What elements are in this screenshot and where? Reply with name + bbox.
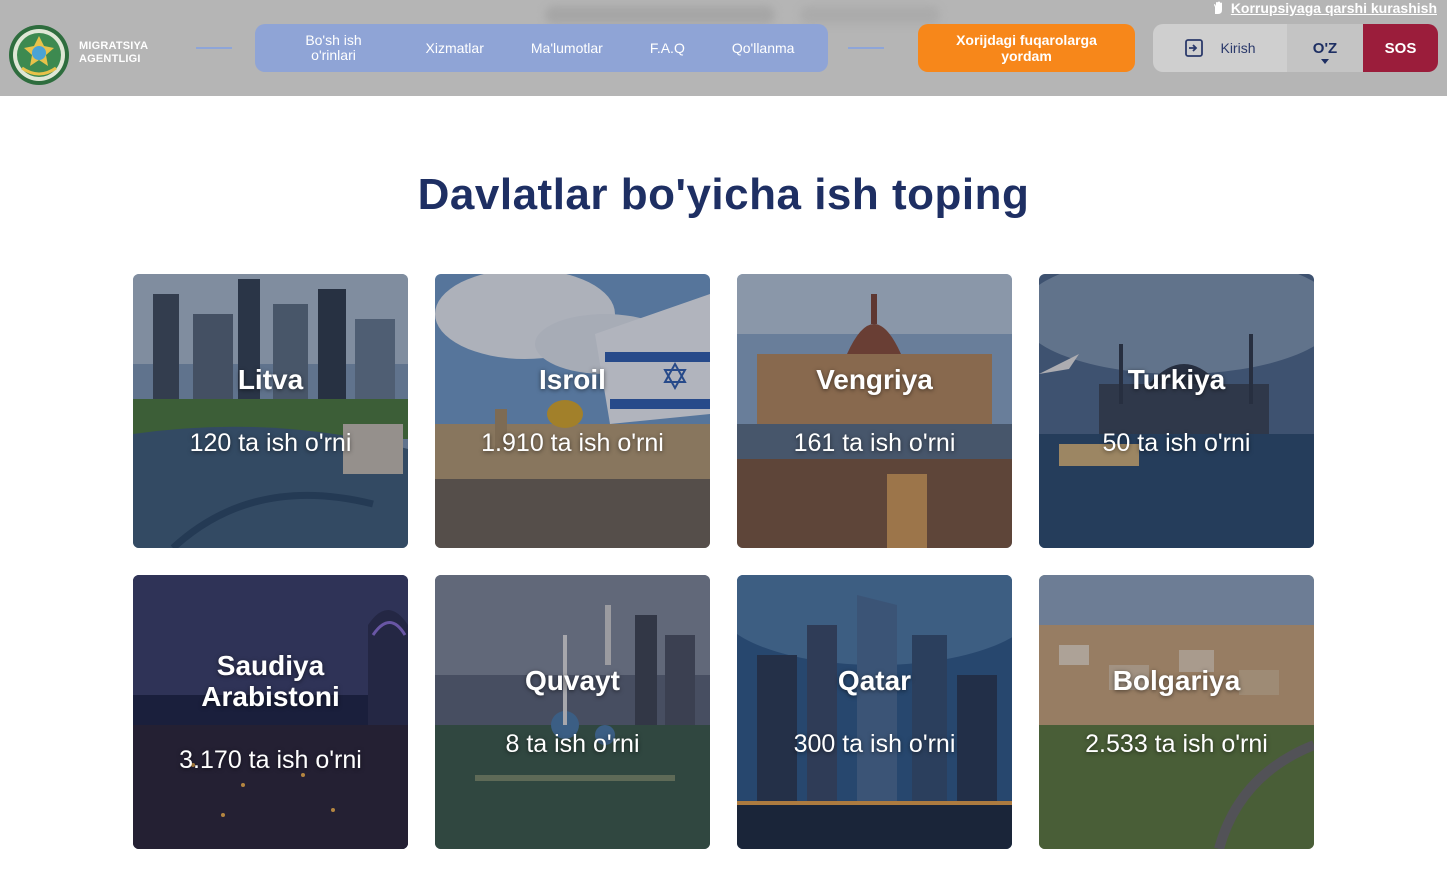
site-header: Korrupsiyaga qarshi kurashish MIGRATSIYA… — [0, 0, 1447, 96]
hand-icon — [1213, 1, 1222, 14]
country-card-turkey[interactable]: Turkiya 50 ta ish o'rni — [1039, 274, 1314, 548]
brand-line-2: AGENTLIGI — [79, 53, 141, 65]
brand-name: MIGRATSIYA AGENTLIGI — [79, 40, 148, 66]
country-name: Qatar — [837, 665, 912, 696]
country-name: Litva — [237, 364, 304, 395]
nav-item-guide[interactable]: Qo'llanma — [732, 40, 795, 56]
country-name: Quvayt — [525, 665, 620, 696]
job-count: 8 ta ish o'rni — [505, 730, 640, 758]
job-count: 300 ta ish o'rni — [793, 730, 956, 758]
help-citizens-abroad-button[interactable]: Xorijdagi fuqarolarga yordam — [918, 24, 1135, 72]
country-name: Vengriya — [816, 364, 933, 395]
state-emblem-logo[interactable] — [8, 24, 70, 86]
nav-item-faq[interactable]: F.A.Q — [650, 40, 685, 56]
country-card-hungary[interactable]: Vengriya 161 ta ish o'rni — [737, 274, 1012, 548]
country-name: Bolgariya — [1112, 665, 1241, 696]
page-title: Davlatlar bo'yicha ish toping — [417, 170, 1030, 219]
card-info: Saudiya Arabistoni 3.170 ta ish o'rni — [133, 575, 408, 849]
main-nav: Bo'sh ish o'rinlari Xizmatlar Ma'lumotla… — [255, 24, 828, 72]
card-info: Quvayt 8 ta ish o'rni — [435, 575, 710, 849]
country-card-qatar[interactable]: Qatar 300 ta ish o'rni — [737, 575, 1012, 849]
job-count: 2.533 ta ish o'rni — [1085, 730, 1268, 758]
card-info: Litva 120 ta ish o'rni — [133, 274, 408, 548]
brand-line-1: MIGRATSIYA — [79, 40, 149, 52]
language-label: O'Z — [1312, 39, 1338, 57]
country-card-kuwait[interactable]: Quvayt 8 ta ish o'rni — [435, 575, 710, 849]
country-name: Isroil — [539, 364, 606, 395]
nav-item-information[interactable]: Ma'lumotlar — [531, 40, 603, 56]
chevron-down-icon — [1321, 59, 1329, 64]
nav-item-services[interactable]: Xizmatlar — [426, 40, 484, 56]
country-card-lithuania[interactable]: Litva 120 ta ish o'rni — [133, 274, 408, 548]
blurred-banner — [800, 6, 940, 24]
login-button[interactable]: Kirish — [1153, 24, 1287, 72]
blurred-banner — [545, 6, 775, 24]
country-card-israel[interactable]: Isroil 1.910 ta ish o'rni — [435, 274, 710, 548]
country-card-saudi-arabia[interactable]: Saudiya Arabistoni 3.170 ta ish o'rni — [133, 575, 408, 849]
card-info: Vengriya 161 ta ish o'rni — [737, 274, 1012, 548]
card-info: Bolgariya 2.533 ta ish o'rni — [1039, 575, 1314, 849]
job-count: 1.910 ta ish o'rni — [481, 429, 664, 457]
anti-corruption-label: Korrupsiyaga qarshi kurashish — [1230, 0, 1437, 16]
anti-corruption-link[interactable]: Korrupsiyaga qarshi kurashish — [1211, 0, 1437, 16]
divider-line — [196, 47, 232, 49]
divider-line — [848, 47, 884, 49]
login-icon — [1185, 39, 1204, 57]
country-grid: Litva 120 ta ish o'rni Isroil 1.910 ta i… — [133, 274, 1314, 849]
nav-item-vacancies[interactable]: Bo'sh ish o'rinlari — [289, 33, 379, 63]
job-count: 120 ta ish o'rni — [189, 429, 352, 457]
country-name: Turkiya — [1127, 364, 1226, 395]
job-count: 50 ta ish o'rni — [1102, 429, 1251, 457]
country-card-bulgaria[interactable]: Bolgariya 2.533 ta ish o'rni — [1039, 575, 1314, 849]
card-info: Isroil 1.910 ta ish o'rni — [435, 274, 710, 548]
account-controls: Kirish O'Z SOS — [1153, 24, 1438, 72]
login-label: Kirish — [1220, 40, 1256, 56]
sos-button[interactable]: SOS — [1363, 24, 1438, 72]
job-count: 161 ta ish o'rni — [793, 429, 956, 457]
card-info: Turkiya 50 ta ish o'rni — [1039, 274, 1314, 548]
job-count: 3.170 ta ish o'rni — [179, 745, 362, 774]
card-info: Qatar 300 ta ish o'rni — [737, 575, 1012, 849]
country-name: Saudiya Arabistoni — [201, 649, 340, 712]
language-selector[interactable]: O'Z — [1287, 24, 1363, 72]
